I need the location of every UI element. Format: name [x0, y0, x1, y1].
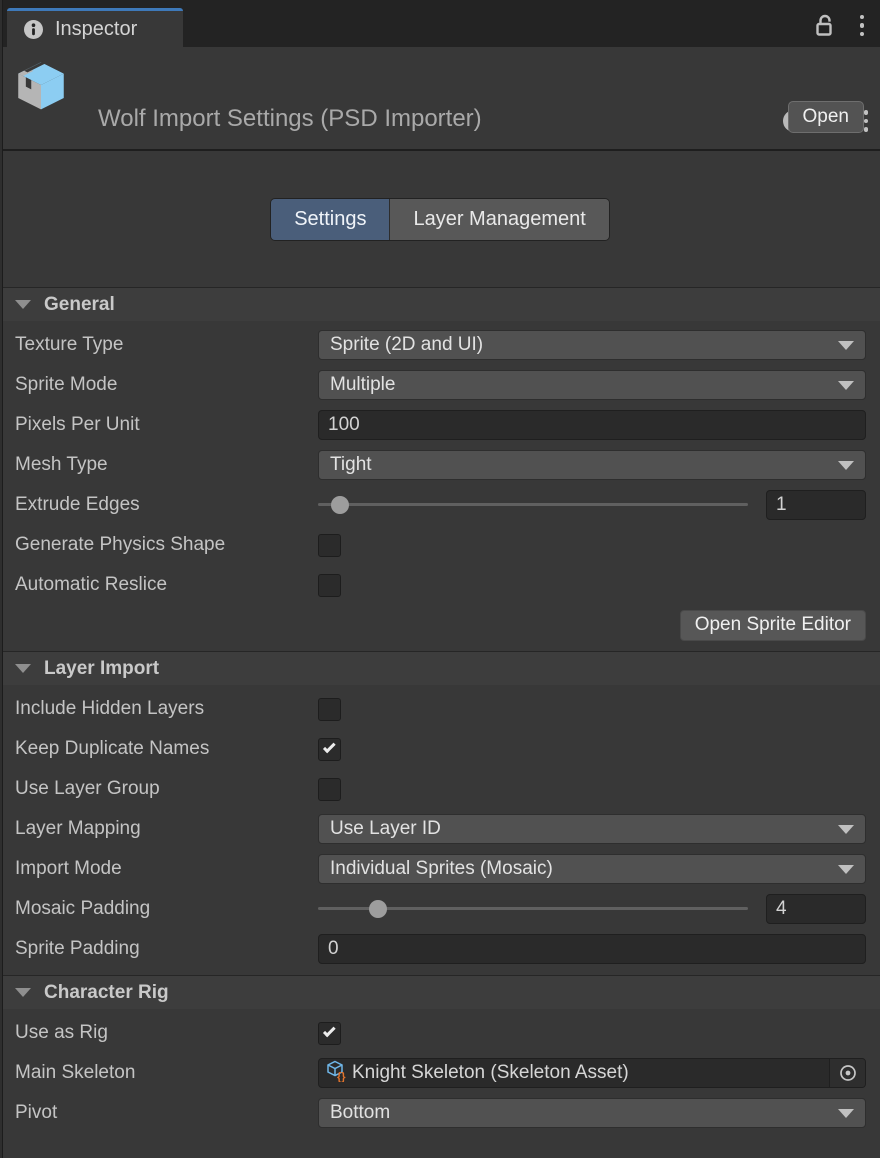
tab-settings[interactable]: Settings — [271, 199, 389, 240]
row-extrude-edges: Extrude Edges — [0, 485, 880, 525]
layer-mapping-dropdown[interactable]: Use Layer ID — [318, 814, 866, 844]
row-keep-duplicate-names: Keep Duplicate Names — [0, 729, 880, 769]
pixels-per-unit-input[interactable] — [318, 410, 866, 440]
tab-layer-management[interactable]: Layer Management — [389, 199, 608, 240]
chevron-down-icon — [838, 1109, 854, 1118]
chevron-down-icon — [838, 341, 854, 350]
row-use-as-rig: Use as Rig — [0, 1013, 880, 1053]
tab-inspector[interactable]: Inspector — [7, 8, 183, 47]
importer-header: Wolf Import Settings (PSD Importer) ? Op… — [0, 47, 880, 151]
use-layer-group-checkbox[interactable] — [318, 778, 341, 801]
extrude-edges-slider[interactable] — [318, 490, 748, 520]
chevron-down-icon — [838, 381, 854, 390]
row-pivot: Pivot Bottom — [0, 1093, 880, 1133]
sprite-mode-dropdown[interactable]: Multiple — [318, 370, 866, 400]
texture-type-dropdown[interactable]: Sprite (2D and UI) — [318, 330, 866, 360]
chevron-down-icon — [838, 825, 854, 834]
section-header-layer-import[interactable]: Layer Import — [0, 651, 880, 685]
chevron-down-icon — [838, 461, 854, 470]
object-picker-icon — [838, 1063, 858, 1083]
checkmark-icon — [322, 741, 335, 754]
open-button[interactable]: Open — [788, 101, 864, 133]
row-generate-physics-shape: Generate Physics Shape — [0, 525, 880, 565]
row-sprite-padding: Sprite Padding — [0, 929, 880, 969]
row-layer-mapping: Layer Mapping Use Layer ID — [0, 809, 880, 849]
row-mosaic-padding: Mosaic Padding — [0, 889, 880, 929]
sprite-padding-input[interactable] — [318, 934, 866, 964]
pivot-dropdown[interactable]: Bottom — [318, 1098, 866, 1128]
section-header-character-rig[interactable]: Character Rig — [0, 975, 880, 1009]
use-as-rig-checkbox[interactable] — [318, 1022, 341, 1045]
import-mode-dropdown[interactable]: Individual Sprites (Mosaic) — [318, 854, 866, 884]
extrude-edges-value-input[interactable] — [766, 490, 866, 520]
section-body-general: Texture Type Sprite (2D and UI) Sprite M… — [0, 321, 880, 651]
keep-duplicate-names-checkbox[interactable] — [318, 738, 341, 761]
inspector-window: Inspector Wolf Import Settings ( — [0, 0, 880, 1158]
row-main-skeleton: Main Skeleton {} Knight Skeleton (Skelet… — [0, 1053, 880, 1093]
skeleton-asset-icon: {} — [325, 1060, 349, 1087]
tab-inspector-label: Inspector — [55, 18, 137, 41]
automatic-reslice-checkbox[interactable] — [318, 574, 341, 597]
info-icon — [24, 20, 43, 39]
slider-handle[interactable] — [369, 900, 387, 918]
window-tab-bar: Inspector — [0, 0, 880, 47]
row-automatic-reslice: Automatic Reslice — [0, 565, 880, 605]
window-menu-icon[interactable] — [858, 13, 867, 39]
generate-physics-shape-checkbox[interactable] — [318, 534, 341, 557]
tab-bar-actions — [814, 13, 880, 39]
psd-asset-icon — [15, 59, 67, 116]
row-use-layer-group: Use Layer Group — [0, 769, 880, 809]
view-tab-strip: Settings Layer Management — [0, 151, 880, 287]
mesh-type-dropdown[interactable]: Tight — [318, 450, 866, 480]
view-tab-group: Settings Layer Management — [270, 198, 610, 241]
slider-handle[interactable] — [331, 496, 349, 514]
row-mesh-type: Mesh Type Tight — [0, 445, 880, 485]
foldout-triangle-icon — [15, 664, 31, 673]
foldout-triangle-icon — [15, 300, 31, 309]
row-pixels-per-unit: Pixels Per Unit — [0, 405, 880, 445]
unlock-icon[interactable] — [814, 13, 836, 39]
row-import-mode: Import Mode Individual Sprites (Mosaic) — [0, 849, 880, 889]
row-sprite-mode: Sprite Mode Multiple — [0, 365, 880, 405]
svg-text:{}: {} — [337, 1071, 346, 1082]
mosaic-padding-value-input[interactable] — [766, 894, 866, 924]
foldout-triangle-icon — [15, 988, 31, 997]
include-hidden-layers-checkbox[interactable] — [318, 698, 341, 721]
row-include-hidden-layers: Include Hidden Layers — [0, 689, 880, 729]
section-header-general[interactable]: General — [0, 287, 880, 321]
mosaic-padding-slider[interactable] — [318, 894, 748, 924]
section-body-layer-import: Include Hidden Layers Keep Duplicate Nam… — [0, 685, 880, 975]
chevron-down-icon — [838, 865, 854, 874]
open-sprite-editor-button[interactable]: Open Sprite Editor — [680, 610, 866, 641]
page-title: Wolf Import Settings (PSD Importer) — [98, 105, 482, 133]
checkmark-icon — [322, 1025, 335, 1038]
object-picker-button[interactable] — [829, 1059, 865, 1087]
section-body-character-rig: Use as Rig Main Skeleton {} Knight Skele… — [0, 1009, 880, 1139]
slider-track — [318, 503, 748, 506]
window-left-edge — [0, 0, 3, 1158]
row-open-sprite-editor: Open Sprite Editor — [0, 605, 880, 645]
main-skeleton-object-field[interactable]: {} Knight Skeleton (Skeleton Asset) — [318, 1058, 866, 1088]
row-texture-type: Texture Type Sprite (2D and UI) — [0, 325, 880, 365]
